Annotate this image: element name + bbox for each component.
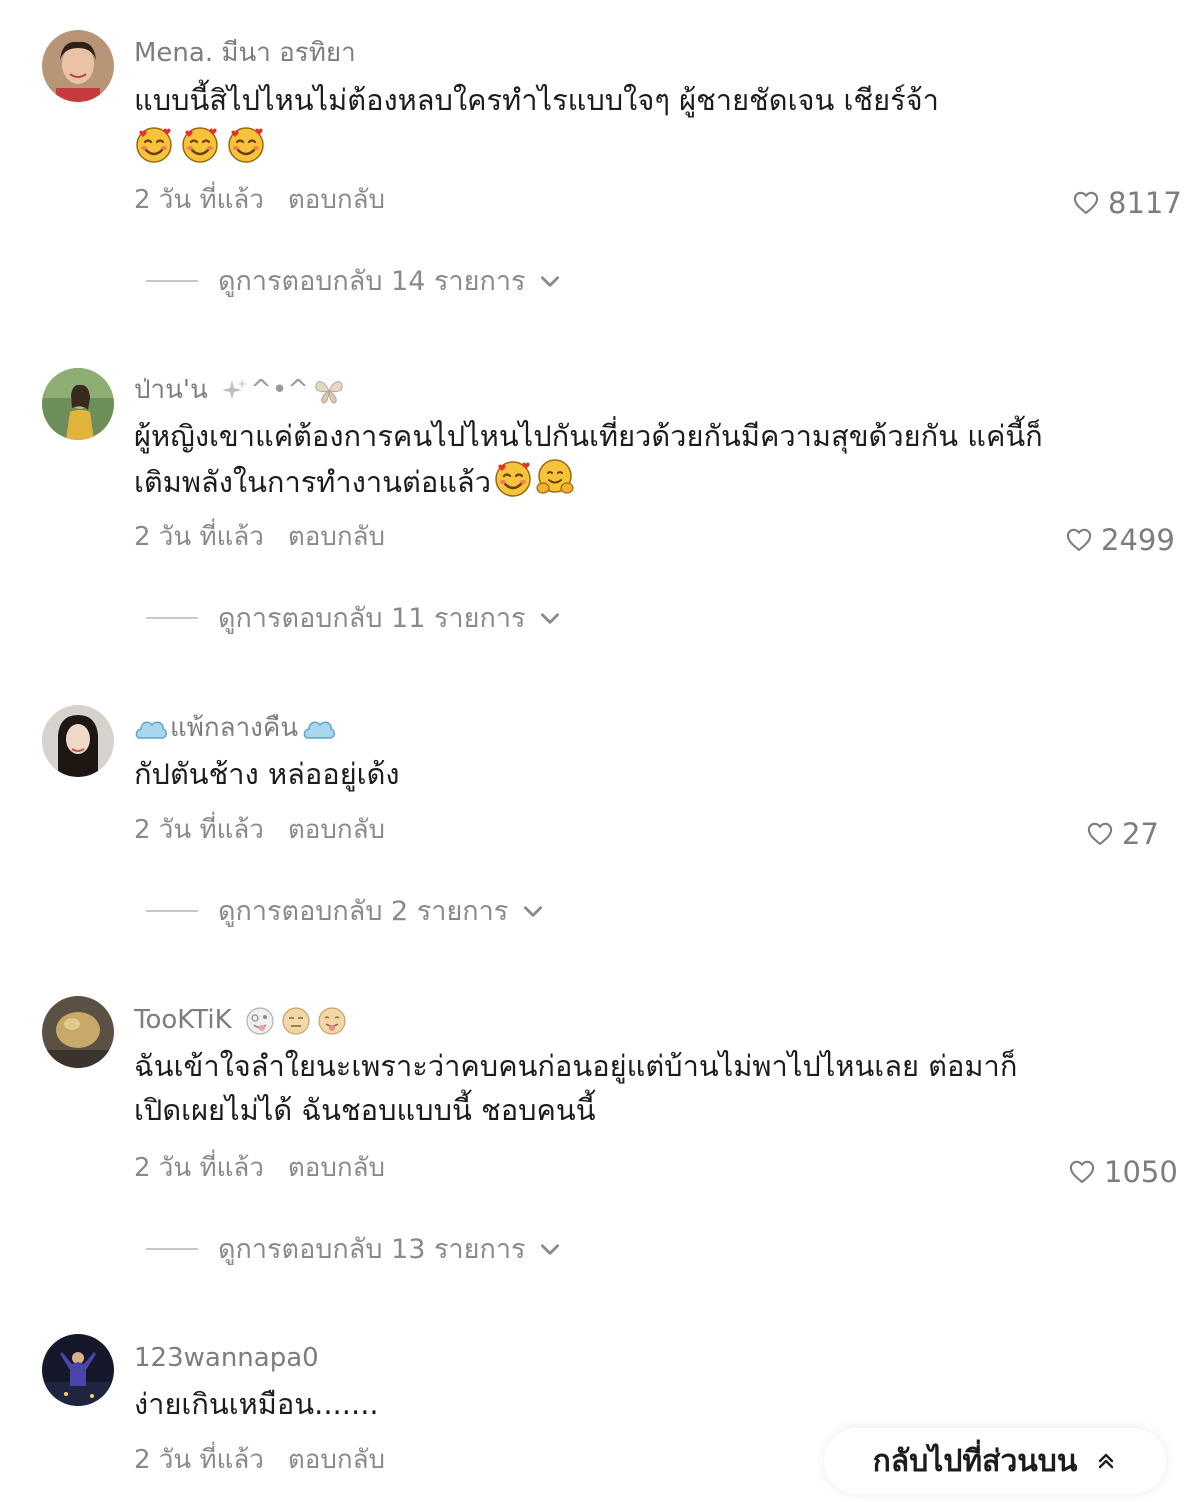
like-count: 8117 bbox=[1108, 186, 1182, 220]
reply-button[interactable]: ตอบกลับ bbox=[288, 1445, 385, 1475]
divider bbox=[146, 279, 198, 282]
like-count: 1050 bbox=[1104, 1155, 1178, 1189]
reply-button[interactable]: ตอบกลับ bbox=[288, 1153, 385, 1183]
expressionless-face-icon bbox=[282, 1006, 310, 1035]
smiling-face-with-hearts-icon bbox=[493, 458, 533, 498]
comment-meta: 2 วัน ที่แล้ว ตอบกลับ bbox=[134, 520, 385, 554]
comment-meta: 2 วัน ที่แล้ว ตอบกลับ bbox=[134, 1443, 385, 1477]
chevron-down-icon bbox=[537, 268, 563, 294]
comment-time: 2 วัน ที่แล้ว bbox=[134, 815, 264, 845]
comment-time: 2 วัน ที่แล้ว bbox=[134, 522, 264, 552]
like-button[interactable]: 2499 bbox=[1065, 523, 1175, 557]
like-count: 2499 bbox=[1101, 523, 1175, 557]
comment-time: 2 วัน ที่แล้ว bbox=[134, 1445, 264, 1475]
face-with-tongue-icon bbox=[318, 1006, 346, 1035]
view-replies-label: ดูการตอบกลับ 13 รายการ bbox=[218, 1234, 526, 1265]
back-to-top-label: กลับไปที่ส่วนบน bbox=[872, 1443, 1078, 1479]
chevron-down-icon bbox=[537, 1236, 563, 1262]
cloud-icon bbox=[135, 720, 167, 739]
username-kaomoji: ^•^ bbox=[250, 375, 309, 405]
chevron-down-icon bbox=[520, 898, 546, 924]
view-replies-button[interactable]: ดูการตอบกลับ 2 รายการ bbox=[146, 889, 546, 932]
username-text: TooKTiK bbox=[134, 1005, 232, 1035]
back-to-top-button[interactable]: กลับไปที่ส่วนบน bbox=[824, 1428, 1166, 1494]
divider bbox=[146, 1247, 198, 1250]
username[interactable]: แพ้กลางคืน bbox=[134, 711, 336, 745]
smiling-face-with-hearts-icon bbox=[226, 124, 266, 164]
view-replies-button[interactable]: ดูการตอบกลับ 14 รายการ bbox=[146, 259, 563, 302]
heart-outline-icon bbox=[1086, 820, 1114, 848]
view-replies-button[interactable]: ดูการตอบกลับ 11 รายการ bbox=[146, 596, 563, 639]
divider bbox=[146, 909, 198, 912]
username[interactable]: ป่าน'น ^•^ bbox=[134, 373, 345, 407]
avatar[interactable] bbox=[42, 1334, 114, 1406]
hugging-face-icon bbox=[535, 458, 575, 498]
heart-outline-icon bbox=[1065, 526, 1093, 554]
like-count: 27 bbox=[1122, 817, 1159, 851]
comment-text: ง่ายเกินเหมือน....... bbox=[134, 1387, 379, 1421]
username-text: ป่าน'น bbox=[134, 375, 208, 405]
zany-face-icon bbox=[246, 1006, 274, 1035]
username[interactable]: TooKTiK bbox=[134, 1003, 348, 1037]
like-button[interactable]: 8117 bbox=[1072, 186, 1182, 220]
butterfly-icon bbox=[315, 380, 343, 404]
comment-text-body: ผู้หญิงเขาแค่ต้องการคนไปไหนไปกันเที่ยวด้… bbox=[134, 419, 1043, 499]
view-replies-label: ดูการตอบกลับ 2 รายการ bbox=[218, 896, 509, 927]
comment-emojis bbox=[134, 124, 266, 164]
divider bbox=[146, 616, 198, 619]
sparkles-icon bbox=[222, 378, 248, 400]
avatar[interactable] bbox=[42, 368, 114, 440]
heart-outline-icon bbox=[1072, 189, 1100, 217]
comment-meta: 2 วัน ที่แล้ว ตอบกลับ bbox=[134, 813, 385, 847]
like-button[interactable]: 27 bbox=[1086, 817, 1159, 851]
heart-outline-icon bbox=[1068, 1158, 1096, 1186]
double-chevron-up-icon bbox=[1099, 1453, 1114, 1469]
comment-time: 2 วัน ที่แล้ว bbox=[134, 185, 264, 215]
reply-button[interactable]: ตอบกลับ bbox=[288, 815, 385, 845]
username-text: แพ้กลางคืน bbox=[170, 713, 299, 743]
avatar[interactable] bbox=[42, 30, 114, 102]
smiling-face-with-hearts-icon bbox=[134, 124, 174, 164]
chevron-down-icon bbox=[537, 605, 563, 631]
comment-meta: 2 วัน ที่แล้ว ตอบกลับ bbox=[134, 1151, 385, 1185]
view-replies-label: ดูการตอบกลับ 14 รายการ bbox=[218, 266, 526, 297]
comment-meta: 2 วัน ที่แล้ว ตอบกลับ bbox=[134, 183, 385, 217]
comment-text: ผู้หญิงเขาแค่ต้องการคนไปไหนไปกันเที่ยวด้… bbox=[134, 414, 1064, 504]
comment-text: ฉันเข้าใจลำใยนะเพราะว่าคบคนก่อนอยู่แต่บ้… bbox=[134, 1049, 1018, 1127]
view-replies-label: ดูการตอบกลับ 11 รายการ bbox=[218, 603, 526, 634]
comment-text: แบบนี้สิไปไหนไม่ต้องหลบใครทำไรแบบใจๆ ผู้… bbox=[134, 83, 939, 117]
avatar[interactable] bbox=[42, 996, 114, 1068]
comment-text: กัปตันช้าง หล่ออยู่เด้ง bbox=[134, 757, 400, 791]
reply-button[interactable]: ตอบกลับ bbox=[288, 185, 385, 215]
like-button[interactable]: 1050 bbox=[1068, 1155, 1178, 1189]
username[interactable]: Mena. มีนา อรทิยา bbox=[134, 36, 356, 70]
reply-button[interactable]: ตอบกลับ bbox=[288, 522, 385, 552]
cloud-icon bbox=[303, 720, 336, 739]
smiling-face-with-hearts-icon bbox=[180, 124, 220, 164]
comment-time: 2 วัน ที่แล้ว bbox=[134, 1153, 264, 1183]
username[interactable]: 123wannapa0 bbox=[134, 1341, 319, 1375]
view-replies-button[interactable]: ดูการตอบกลับ 13 รายการ bbox=[146, 1227, 563, 1270]
avatar[interactable] bbox=[42, 705, 114, 777]
